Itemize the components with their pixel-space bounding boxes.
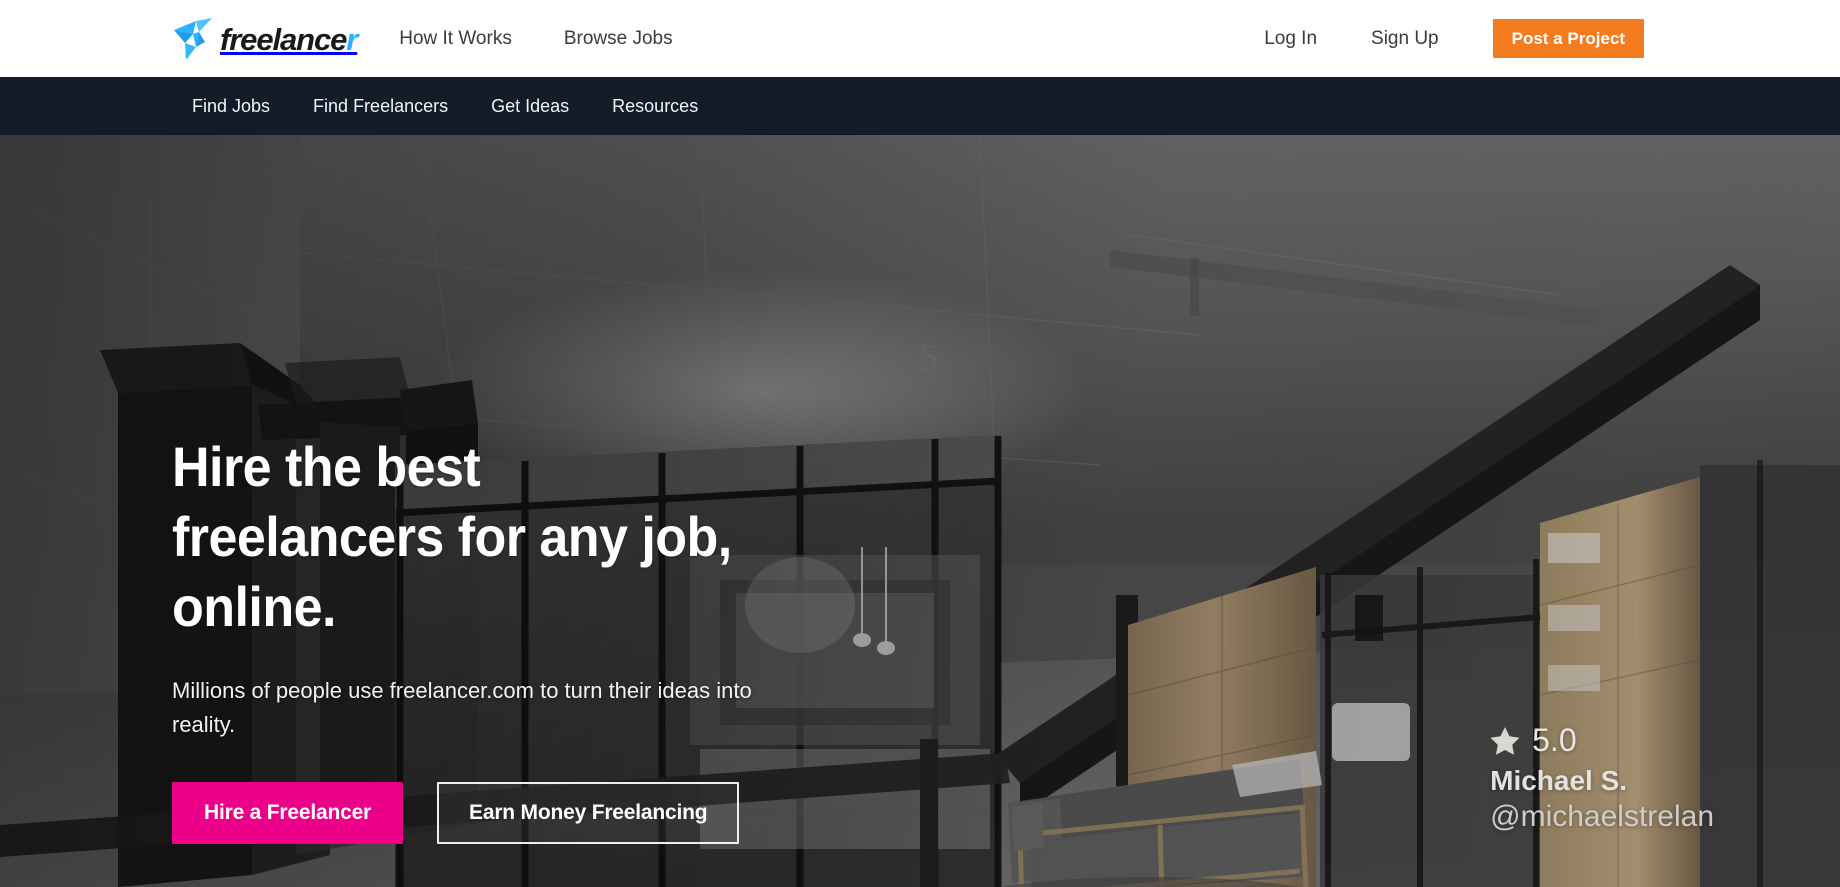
hire-a-freelancer-button[interactable]: Hire a Freelancer	[172, 782, 404, 844]
hero-headline-line-2: freelancers for any job,	[172, 505, 732, 568]
freelancer-name: Michael S.	[1490, 765, 1628, 796]
freelancer-bird-icon	[172, 17, 220, 61]
freelancer-handle: @michaelstrelan	[1490, 800, 1714, 833]
hero-section: 5 6 5a	[0, 135, 1840, 887]
header-primary-nav: How It Works Browse Jobs	[399, 28, 724, 50]
hero-subtitle-line-1: Millions of people use freelancer.com to…	[172, 678, 711, 703]
hero-cta-group: Hire a Freelancer Earn Money Freelancing	[172, 782, 852, 844]
hero-headline-line-3: online.	[172, 575, 336, 638]
top-header: freelancer How It Works Browse Jobs Log …	[0, 0, 1840, 77]
hero-subtitle: Millions of people use freelancer.com to…	[172, 674, 812, 742]
svg-text:5: 5	[918, 339, 940, 379]
earn-money-freelancing-button[interactable]: Earn Money Freelancing	[437, 782, 740, 844]
hero-headline-line-1: Hire the best	[172, 435, 481, 498]
secondary-nav: Find Jobs Find Freelancers Get Ideas Res…	[0, 77, 1840, 135]
freelancer-logo[interactable]: freelancer	[172, 17, 358, 61]
subnav-item-resources[interactable]: Resources	[612, 96, 698, 117]
rating-row: 5.0	[1490, 724, 1714, 756]
subnav-item-find-jobs[interactable]: Find Jobs	[192, 96, 270, 117]
header-actions: Log In Sign Up Post a Project	[1264, 19, 1644, 58]
page-root: freelancer How It Works Browse Jobs Log …	[0, 0, 1840, 887]
login-link[interactable]: Log In	[1264, 28, 1317, 50]
freelancer-wordmark: freelancer	[220, 21, 358, 57]
star-icon	[1490, 726, 1520, 755]
featured-freelancer-rating: 5.0 Michael S. @michaelstrelan	[1490, 724, 1714, 835]
subnav-item-find-freelancers[interactable]: Find Freelancers	[313, 96, 448, 117]
subnav-item-get-ideas[interactable]: Get Ideas	[491, 96, 569, 117]
signup-link[interactable]: Sign Up	[1371, 28, 1439, 50]
rating-value: 5.0	[1532, 722, 1577, 758]
nav-browse-jobs[interactable]: Browse Jobs	[564, 28, 673, 50]
hero-content: Hire the best freelancers for any job, o…	[172, 432, 852, 844]
nav-how-it-works[interactable]: How It Works	[399, 28, 512, 50]
hero-headline: Hire the best freelancers for any job, o…	[172, 432, 804, 642]
post-a-project-button[interactable]: Post a Project	[1492, 19, 1644, 58]
